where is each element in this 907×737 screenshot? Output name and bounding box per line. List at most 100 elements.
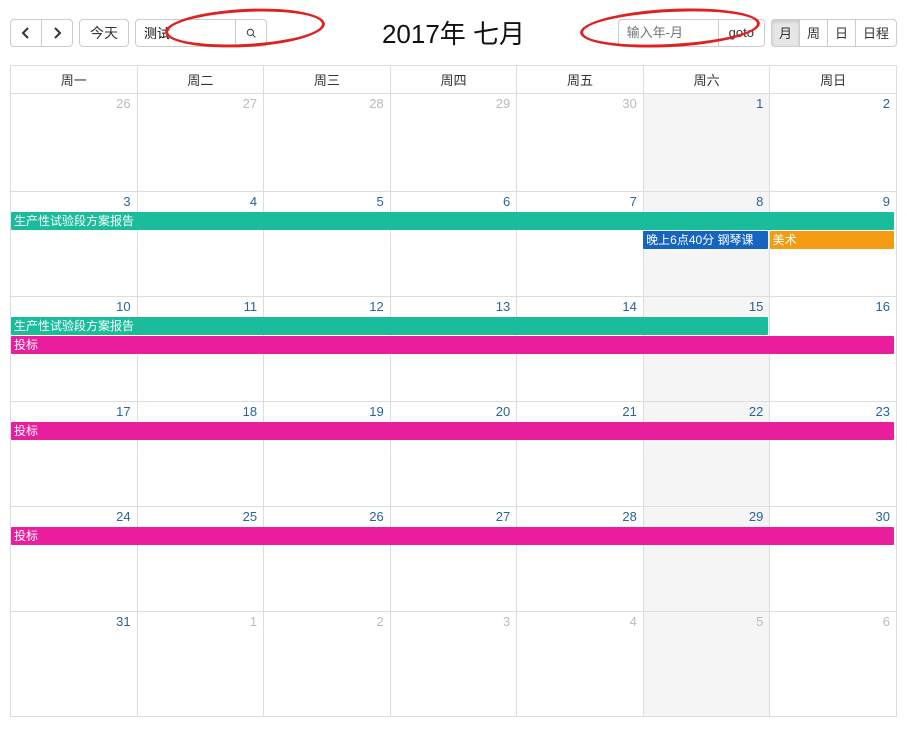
day-cell[interactable]: 26	[11, 94, 138, 192]
day-number: 19	[264, 402, 390, 421]
goto-input[interactable]	[618, 19, 718, 47]
day-number: 11	[138, 297, 264, 316]
view-switch: 月 周 日 日程	[771, 19, 897, 47]
day-cell[interactable]: 19	[264, 402, 391, 507]
calendar-event[interactable]: 美术	[770, 231, 894, 249]
day-number: 28	[264, 94, 390, 113]
today-button[interactable]: 今天	[79, 19, 129, 47]
day-number: 5	[264, 192, 390, 211]
day-number: 16	[770, 297, 896, 316]
day-number: 12	[264, 297, 390, 316]
weekday-header: 周二	[137, 66, 264, 94]
weekday-header: 周五	[517, 66, 644, 94]
day-cell[interactable]: 28	[264, 94, 391, 192]
search-button[interactable]	[235, 19, 267, 47]
day-cell[interactable]: 28	[517, 507, 644, 612]
day-cell[interactable]: 7	[517, 192, 644, 297]
day-number: 4	[517, 612, 643, 631]
day-number: 3	[11, 192, 137, 211]
day-number: 28	[517, 507, 643, 526]
day-cell[interactable]: 2	[770, 94, 897, 192]
day-number: 15	[644, 297, 770, 316]
view-month[interactable]: 月	[771, 19, 799, 47]
calendar-event[interactable]: 晚上6点40分 钢琴课	[643, 231, 767, 249]
day-cell[interactable]: 30	[770, 507, 897, 612]
day-number: 30	[770, 507, 896, 526]
weekday-header: 周四	[390, 66, 517, 94]
goto-button[interactable]: goto	[718, 19, 765, 47]
day-cell[interactable]: 31	[11, 612, 138, 717]
goto-group: goto	[618, 19, 765, 47]
calendar-event[interactable]: 投标	[11, 422, 894, 440]
search-icon	[246, 26, 256, 40]
day-cell[interactable]: 4	[137, 192, 264, 297]
day-cell[interactable]: 25	[137, 507, 264, 612]
day-cell[interactable]: 21	[517, 402, 644, 507]
weekday-header: 周日	[770, 66, 897, 94]
day-number: 23	[770, 402, 896, 421]
day-cell[interactable]: 24	[11, 507, 138, 612]
search-group	[135, 19, 267, 47]
day-cell[interactable]: 29	[643, 507, 770, 612]
day-number: 26	[11, 94, 137, 113]
day-number: 3	[391, 612, 517, 631]
day-cell[interactable]: 27	[390, 507, 517, 612]
day-cell[interactable]: 5	[643, 612, 770, 717]
day-cell[interactable]: 27	[137, 94, 264, 192]
day-number: 26	[264, 507, 390, 526]
day-number: 20	[391, 402, 517, 421]
view-agenda[interactable]: 日程	[855, 19, 897, 47]
day-number: 8	[644, 192, 770, 211]
calendar-event[interactable]: 生产性试验段方案报告	[11, 317, 768, 335]
day-number: 31	[11, 612, 137, 631]
day-cell[interactable]: 22	[643, 402, 770, 507]
calendar-wrap: 周一周二周三周四周五周六周日 2627282930123456789101112…	[10, 65, 897, 717]
day-number: 29	[644, 507, 770, 526]
day-cell[interactable]: 18	[137, 402, 264, 507]
day-number: 21	[517, 402, 643, 421]
weekday-header: 周六	[643, 66, 770, 94]
day-cell[interactable]: 4	[517, 612, 644, 717]
day-number: 2	[770, 94, 896, 113]
chevron-right-icon	[52, 27, 62, 39]
day-number: 6	[391, 192, 517, 211]
day-cell[interactable]: 17	[11, 402, 138, 507]
day-cell[interactable]: 30	[517, 94, 644, 192]
toolbar-right: goto 月 周 日 日程	[618, 19, 897, 47]
day-number: 14	[517, 297, 643, 316]
day-cell[interactable]: 23	[770, 402, 897, 507]
day-number: 5	[644, 612, 770, 631]
view-week[interactable]: 周	[799, 19, 827, 47]
calendar-event[interactable]: 生产性试验段方案报告	[11, 212, 894, 230]
day-number: 4	[138, 192, 264, 211]
day-cell[interactable]: 20	[390, 402, 517, 507]
weekday-header: 周一	[11, 66, 138, 94]
next-button[interactable]	[41, 19, 73, 47]
day-number: 22	[644, 402, 770, 421]
day-number: 7	[517, 192, 643, 211]
day-number: 10	[11, 297, 137, 316]
day-number: 18	[138, 402, 264, 421]
day-cell[interactable]: 3	[11, 192, 138, 297]
day-cell[interactable]: 6	[390, 192, 517, 297]
day-number: 6	[770, 612, 896, 631]
day-number: 2	[264, 612, 390, 631]
day-cell[interactable]: 5	[264, 192, 391, 297]
day-cell[interactable]: 29	[390, 94, 517, 192]
calendar-event[interactable]: 投标	[11, 336, 894, 354]
nav-buttons	[10, 19, 73, 47]
calendar-event[interactable]: 投标	[11, 527, 894, 545]
search-input[interactable]	[135, 19, 235, 47]
view-day[interactable]: 日	[827, 19, 855, 47]
calendar-title: 2017年 七月	[382, 14, 525, 51]
chevron-left-icon	[21, 27, 31, 39]
day-cell[interactable]: 26	[264, 507, 391, 612]
prev-button[interactable]	[10, 19, 41, 47]
day-cell[interactable]: 1	[137, 612, 264, 717]
day-cell[interactable]: 2	[264, 612, 391, 717]
day-cell[interactable]: 6	[770, 612, 897, 717]
weekday-header: 周三	[264, 66, 391, 94]
toolbar: 今天 2017年 七月 goto 月 周 日 日程	[10, 15, 897, 50]
day-cell[interactable]: 1	[643, 94, 770, 192]
day-cell[interactable]: 3	[390, 612, 517, 717]
